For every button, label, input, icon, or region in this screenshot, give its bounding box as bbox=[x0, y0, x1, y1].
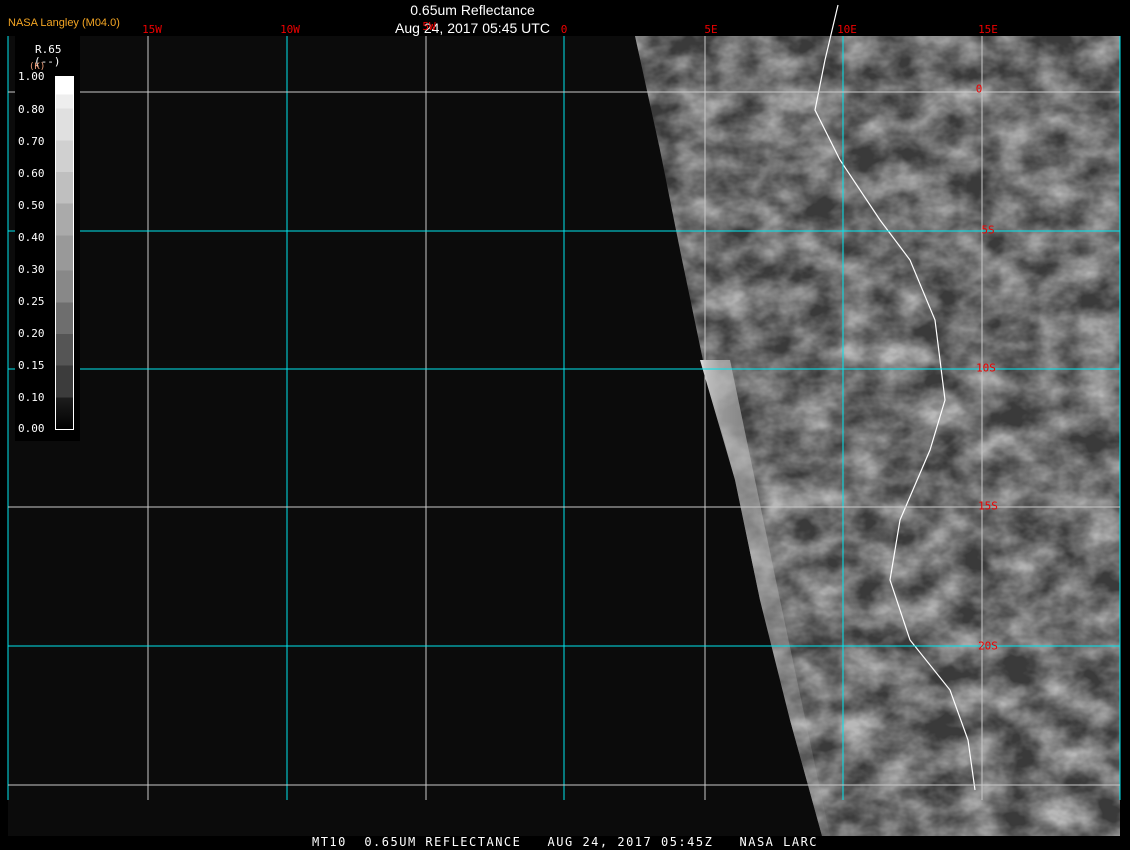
satellite-viewer: NASA Langley (M04.0) 0.65um Reflectance … bbox=[0, 0, 1130, 850]
legend-label: 0.70 bbox=[18, 135, 45, 148]
lon-label: 10W bbox=[280, 23, 300, 36]
color-legend: R.65 (--) (K) 1.00 0.80 0.70 0.60 0.50 0… bbox=[15, 36, 80, 441]
lon-label: 10E bbox=[837, 23, 857, 36]
lat-label: 5S bbox=[981, 223, 995, 237]
image-title: 0.65um Reflectance bbox=[410, 2, 535, 18]
lon-label: 0 bbox=[560, 23, 568, 36]
lon-label: 5E bbox=[704, 23, 718, 36]
satellite-image bbox=[7, 4, 1121, 836]
lat-label: 15S bbox=[978, 499, 998, 513]
legend-label: 0.10 bbox=[18, 391, 45, 404]
lon-label: 15E bbox=[978, 23, 998, 36]
lat-label: 0 bbox=[975, 82, 983, 96]
lon-label: 5W bbox=[422, 20, 436, 33]
legend-label: 0.30 bbox=[18, 263, 45, 276]
lon-label: 15W bbox=[142, 23, 162, 36]
legend-label: 0.25 bbox=[18, 295, 45, 308]
footer-caption: MT10 0.65UM REFLECTANCE AUG 24, 2017 05:… bbox=[311, 835, 819, 849]
lat-label: 20S bbox=[978, 639, 998, 653]
legend-label: 0.60 bbox=[18, 167, 45, 180]
legend-label: 0.80 bbox=[18, 103, 45, 116]
legend-label: 0.15 bbox=[18, 359, 45, 372]
legend-label: 0.40 bbox=[18, 231, 45, 244]
legend-label: 1.00 bbox=[18, 70, 45, 83]
legend-label: 0.20 bbox=[18, 327, 45, 340]
legend-colorbar bbox=[55, 76, 74, 430]
lat-label: 10S bbox=[976, 361, 996, 375]
legend-label: 0.00 bbox=[18, 422, 45, 435]
legend-label: 0.50 bbox=[18, 199, 45, 212]
